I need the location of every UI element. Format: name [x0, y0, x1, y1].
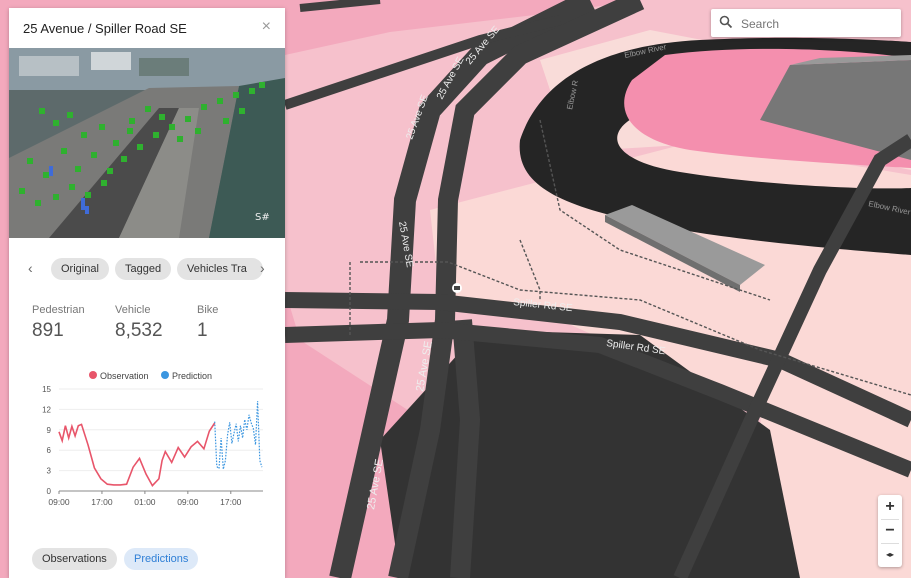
stat-value: 891 [32, 320, 64, 341]
x-tick-label: 09:00 [48, 497, 70, 507]
stat-value: 8,532 [115, 320, 163, 341]
search-box[interactable] [711, 9, 901, 37]
predictions-button[interactable]: Predictions [124, 548, 199, 570]
y-tick-label: 6 [47, 446, 52, 455]
view-tabs: ‹ Original Tagged Vehicles Tra › [9, 258, 285, 280]
legend-marker [89, 371, 97, 379]
stat-label: Bike [197, 304, 219, 316]
camera-marker-icon[interactable] [452, 283, 462, 293]
stat-vehicle: Vehicle 8,532 [115, 304, 163, 342]
chevron-left-icon[interactable]: ‹ [28, 260, 33, 276]
camera-info-panel: 25 Avenue / Spiller Road SE × S# ‹ Origi… [9, 8, 285, 578]
y-tick-label: 9 [47, 426, 52, 435]
traffic-chart: Observation Prediction1512963009:00 17:00 0… [42, 371, 263, 507]
camera-overlay-label: S# [255, 212, 270, 223]
observations-button[interactable]: Observations [32, 548, 117, 570]
zoom-out-button[interactable]: − [878, 519, 902, 543]
search-icon [719, 15, 733, 29]
y-tick-label: 0 [47, 487, 52, 496]
stat-label: Vehicle [115, 304, 151, 316]
legend-marker [161, 371, 169, 379]
stat-value: 1 [197, 320, 208, 341]
zoom-in-button[interactable]: + [878, 495, 902, 519]
compass-button[interactable]: ◂▸ [878, 543, 902, 567]
y-tick-label: 3 [47, 467, 52, 476]
panel-title: 25 Avenue / Spiller Road SE [23, 21, 187, 36]
x-tick-label: 01:00 [134, 497, 156, 507]
stat-pedestrian: Pedestrian 891 [32, 304, 85, 342]
tab-vehicles-tracked[interactable]: Vehicles Tra [177, 258, 263, 280]
x-tick-label: 17:00 [91, 497, 113, 507]
stat-label: Pedestrian [32, 304, 85, 316]
prediction-series-line [214, 401, 263, 470]
legend-label: Prediction [172, 371, 212, 381]
observation-series-line [58, 422, 216, 487]
camera-feed-image: S# [9, 48, 285, 238]
x-tick-label: 17:00 [220, 497, 242, 507]
x-tick-label: 09:00 [177, 497, 199, 507]
y-tick-label: 12 [42, 405, 51, 414]
zoom-controls: + − ◂▸ [878, 495, 902, 567]
chevron-right-icon[interactable]: › [260, 260, 265, 276]
tab-original[interactable]: Original [51, 258, 109, 280]
y-tick-label: 15 [42, 385, 51, 394]
tab-tagged[interactable]: Tagged [115, 258, 172, 280]
legend-label: Observation [100, 371, 149, 381]
search-input[interactable] [739, 14, 893, 34]
stat-bike: Bike 1 [197, 304, 218, 342]
close-icon[interactable]: × [262, 18, 271, 36]
